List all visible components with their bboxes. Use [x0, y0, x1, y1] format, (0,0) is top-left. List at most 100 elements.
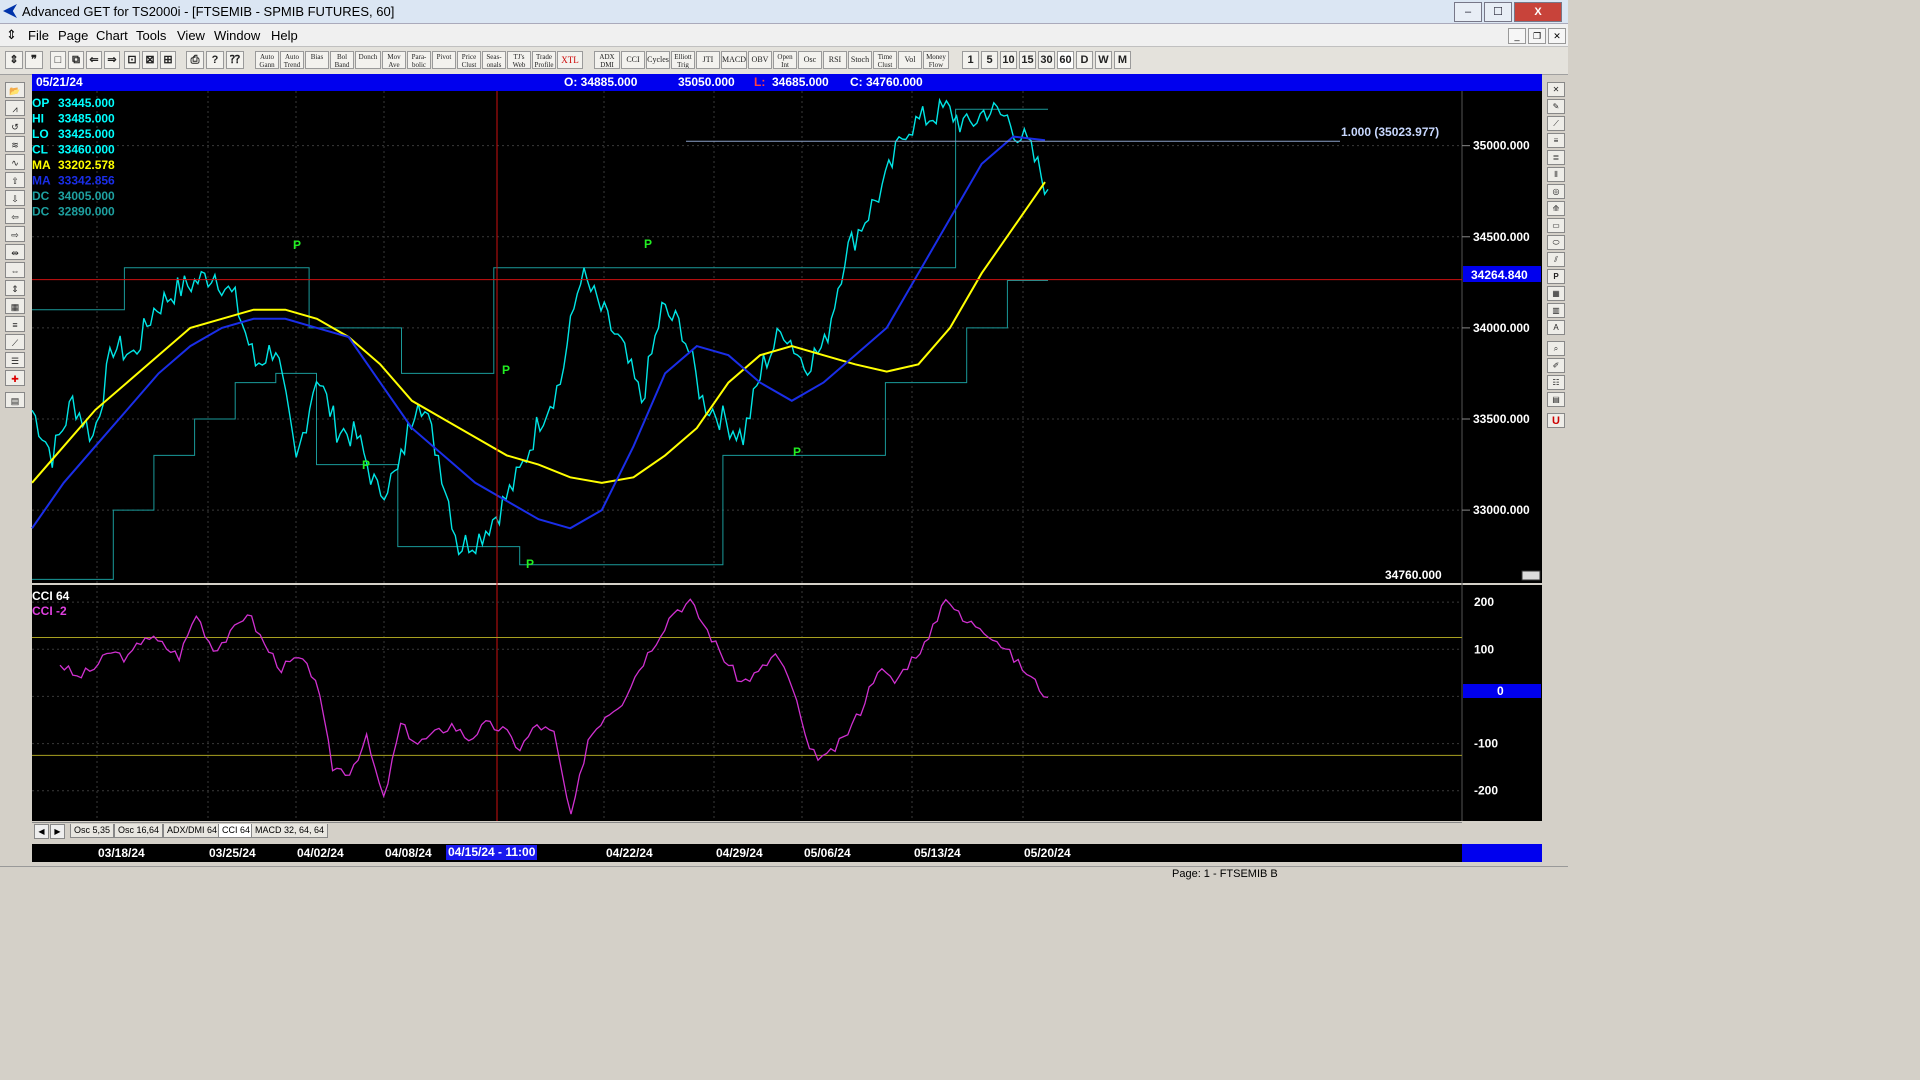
text-tool-icon[interactable]: A: [1547, 320, 1565, 335]
menu-file[interactable]: File: [28, 28, 49, 43]
interval-30-button[interactable]: 30: [1038, 51, 1055, 69]
window-icon[interactable]: ⊡: [124, 51, 140, 69]
study-obv[interactable]: OBV: [748, 51, 772, 69]
study-price-clust[interactable]: Price Clust: [457, 51, 481, 69]
date-label: 03/18/24: [98, 846, 145, 860]
menu-tools[interactable]: Tools: [136, 28, 166, 43]
help-icon[interactable]: ?: [206, 51, 224, 69]
list-icon[interactable]: ▤: [1547, 392, 1565, 407]
mdi-restore-button[interactable]: ❐: [1528, 28, 1546, 44]
legend-value: 33202.578: [58, 158, 115, 172]
study-money-flow[interactable]: Money Flow: [923, 51, 949, 69]
paint-icon[interactable]: ✐: [1547, 358, 1565, 373]
tab-osc-5-35[interactable]: Osc 5,35: [70, 824, 115, 838]
study-tjs-web[interactable]: TJ's Web: [507, 51, 531, 69]
study-osc[interactable]: Osc: [798, 51, 822, 69]
quote-tool-icon[interactable]: ❞: [25, 51, 43, 69]
study-macd[interactable]: MACD: [721, 51, 747, 69]
study-adx-dmi[interactable]: ADX DMI: [594, 51, 620, 69]
mdi-close-button[interactable]: ✕: [1548, 28, 1566, 44]
study-bias[interactable]: Bias: [305, 51, 329, 69]
fib-time-icon[interactable]: ⦀: [1547, 167, 1565, 182]
interval-d-button[interactable]: D: [1076, 51, 1093, 69]
mob-icon[interactable]: ▥: [1547, 303, 1565, 318]
menu-view[interactable]: View: [177, 28, 205, 43]
interval-15-button[interactable]: 15: [1019, 51, 1036, 69]
interval-m-button[interactable]: M: [1114, 51, 1131, 69]
study-mov-ave[interactable]: Mov Ave: [382, 51, 406, 69]
study-bol-band[interactable]: Bol Band: [330, 51, 354, 69]
context-help-icon[interactable]: ⁇: [226, 51, 244, 69]
interval-1-button[interactable]: 1: [962, 51, 979, 69]
study-auto-trend[interactable]: Auto Trend: [280, 51, 304, 69]
mdi-minimize-button[interactable]: _: [1508, 28, 1526, 44]
study-cycles[interactable]: Cycles: [646, 51, 670, 69]
pencil-icon[interactable]: ✎: [1547, 99, 1565, 114]
menu-window[interactable]: Window: [214, 28, 260, 43]
interval-5-button[interactable]: 5: [981, 51, 998, 69]
box-icon[interactable]: ▭: [1547, 218, 1565, 233]
legend-value: 33460.000: [58, 143, 115, 157]
study-trade-profile[interactable]: Trade Profile: [532, 51, 556, 69]
copy-icon[interactable]: ⧉: [68, 51, 84, 69]
study-time-clust[interactable]: Time Clust: [873, 51, 897, 69]
legend-value: 33485.000: [58, 112, 115, 126]
study-donch[interactable]: Donch: [355, 51, 381, 69]
forward-icon[interactable]: ⇒: [104, 51, 120, 69]
study-parabolic[interactable]: Para-bolic: [407, 51, 431, 69]
study-jti[interactable]: JTI: [696, 51, 720, 69]
new-page-icon[interactable]: □: [50, 51, 66, 69]
menu-page[interactable]: Page: [58, 28, 88, 43]
zoom-icon[interactable]: ⌕: [1547, 341, 1565, 356]
crosshair-price-label: 34264.840: [1471, 268, 1528, 282]
study-open-int[interactable]: Open Int: [773, 51, 797, 69]
trend-line-icon[interactable]: ⟋: [1547, 116, 1565, 131]
delete-icon[interactable]: ⊠: [142, 51, 158, 69]
scroll-settings-icon[interactable]: [1521, 570, 1541, 581]
tab-adx-dmi-64[interactable]: ADX/DMI 64: [163, 824, 222, 838]
legend-value: 32890.000: [58, 205, 115, 219]
interval-w-button[interactable]: W: [1095, 51, 1112, 69]
menu-chart[interactable]: Chart: [96, 28, 128, 43]
study-xtl[interactable]: XTL: [557, 51, 583, 69]
back-icon[interactable]: ⇐: [86, 51, 102, 69]
channel-icon[interactable]: ⫽: [1547, 252, 1565, 267]
study-rsi[interactable]: RSI: [823, 51, 847, 69]
print-icon[interactable]: ⎙: [186, 51, 204, 69]
study-pivot[interactable]: Pivot: [432, 51, 456, 69]
fan-icon[interactable]: ⟰: [1547, 201, 1565, 216]
close-button[interactable]: X: [1514, 2, 1562, 22]
interval-60-button[interactable]: 60: [1057, 51, 1074, 69]
document-icon[interactable]: ⇕: [6, 27, 17, 43]
chart-area[interactable]: P P P P P P OP 33445.000 HI 33485.000 LO 33425.000…: [0, 91, 1546, 823]
tab-scroll-left-icon[interactable]: ◀: [34, 824, 49, 839]
pti-icon[interactable]: P: [1547, 269, 1565, 284]
study-elliott-trig[interactable]: Elliott Trig: [671, 51, 695, 69]
fib-ret-icon[interactable]: ≡: [1547, 133, 1565, 148]
pointer-tool-icon[interactable]: ⇕: [5, 51, 23, 69]
grid-tool-icon[interactable]: ▦: [1547, 286, 1565, 301]
grid-icon[interactable]: ⊞: [160, 51, 176, 69]
menu-help[interactable]: Help: [271, 28, 298, 43]
undo-icon[interactable]: U: [1547, 413, 1565, 428]
tab-cci-64[interactable]: CCI 64: [218, 824, 255, 838]
circle-icon[interactable]: ◎: [1547, 184, 1565, 199]
tab-osc-16-64[interactable]: Osc 16,64: [114, 824, 164, 838]
fib-ext-icon[interactable]: ≣: [1547, 150, 1565, 165]
ellipse-icon[interactable]: ⬭: [1547, 235, 1565, 250]
layers-icon[interactable]: ☷: [1547, 375, 1565, 390]
maximize-button[interactable]: ☐: [1484, 2, 1512, 22]
study-cci[interactable]: CCI: [621, 51, 645, 69]
close-tool-icon[interactable]: ✕: [1547, 82, 1565, 97]
interval-10-button[interactable]: 10: [1000, 51, 1017, 69]
cci-tick-label: -100: [1474, 737, 1498, 751]
minimize-button[interactable]: –: [1454, 2, 1482, 22]
right-drawing-toolbar: ✕ ✎ ⟋ ≡ ≣ ⦀ ◎ ⟰ ▭ ⬭ ⫽ P ▦ ▥ A ⌕ ✐ ☷ ▤ U: [1546, 80, 1566, 450]
cci-tick-label: 100: [1474, 642, 1494, 656]
tab-scroll-right-icon[interactable]: ▶: [50, 824, 65, 839]
study-stoch[interactable]: Stoch: [848, 51, 872, 69]
tab-macd[interactable]: MACD 32, 64, 64: [251, 824, 329, 838]
study-seasonals[interactable]: Seas-onals: [482, 51, 506, 69]
study-vol[interactable]: Vol: [898, 51, 922, 69]
study-auto-gann[interactable]: Auto Gann: [255, 51, 279, 69]
